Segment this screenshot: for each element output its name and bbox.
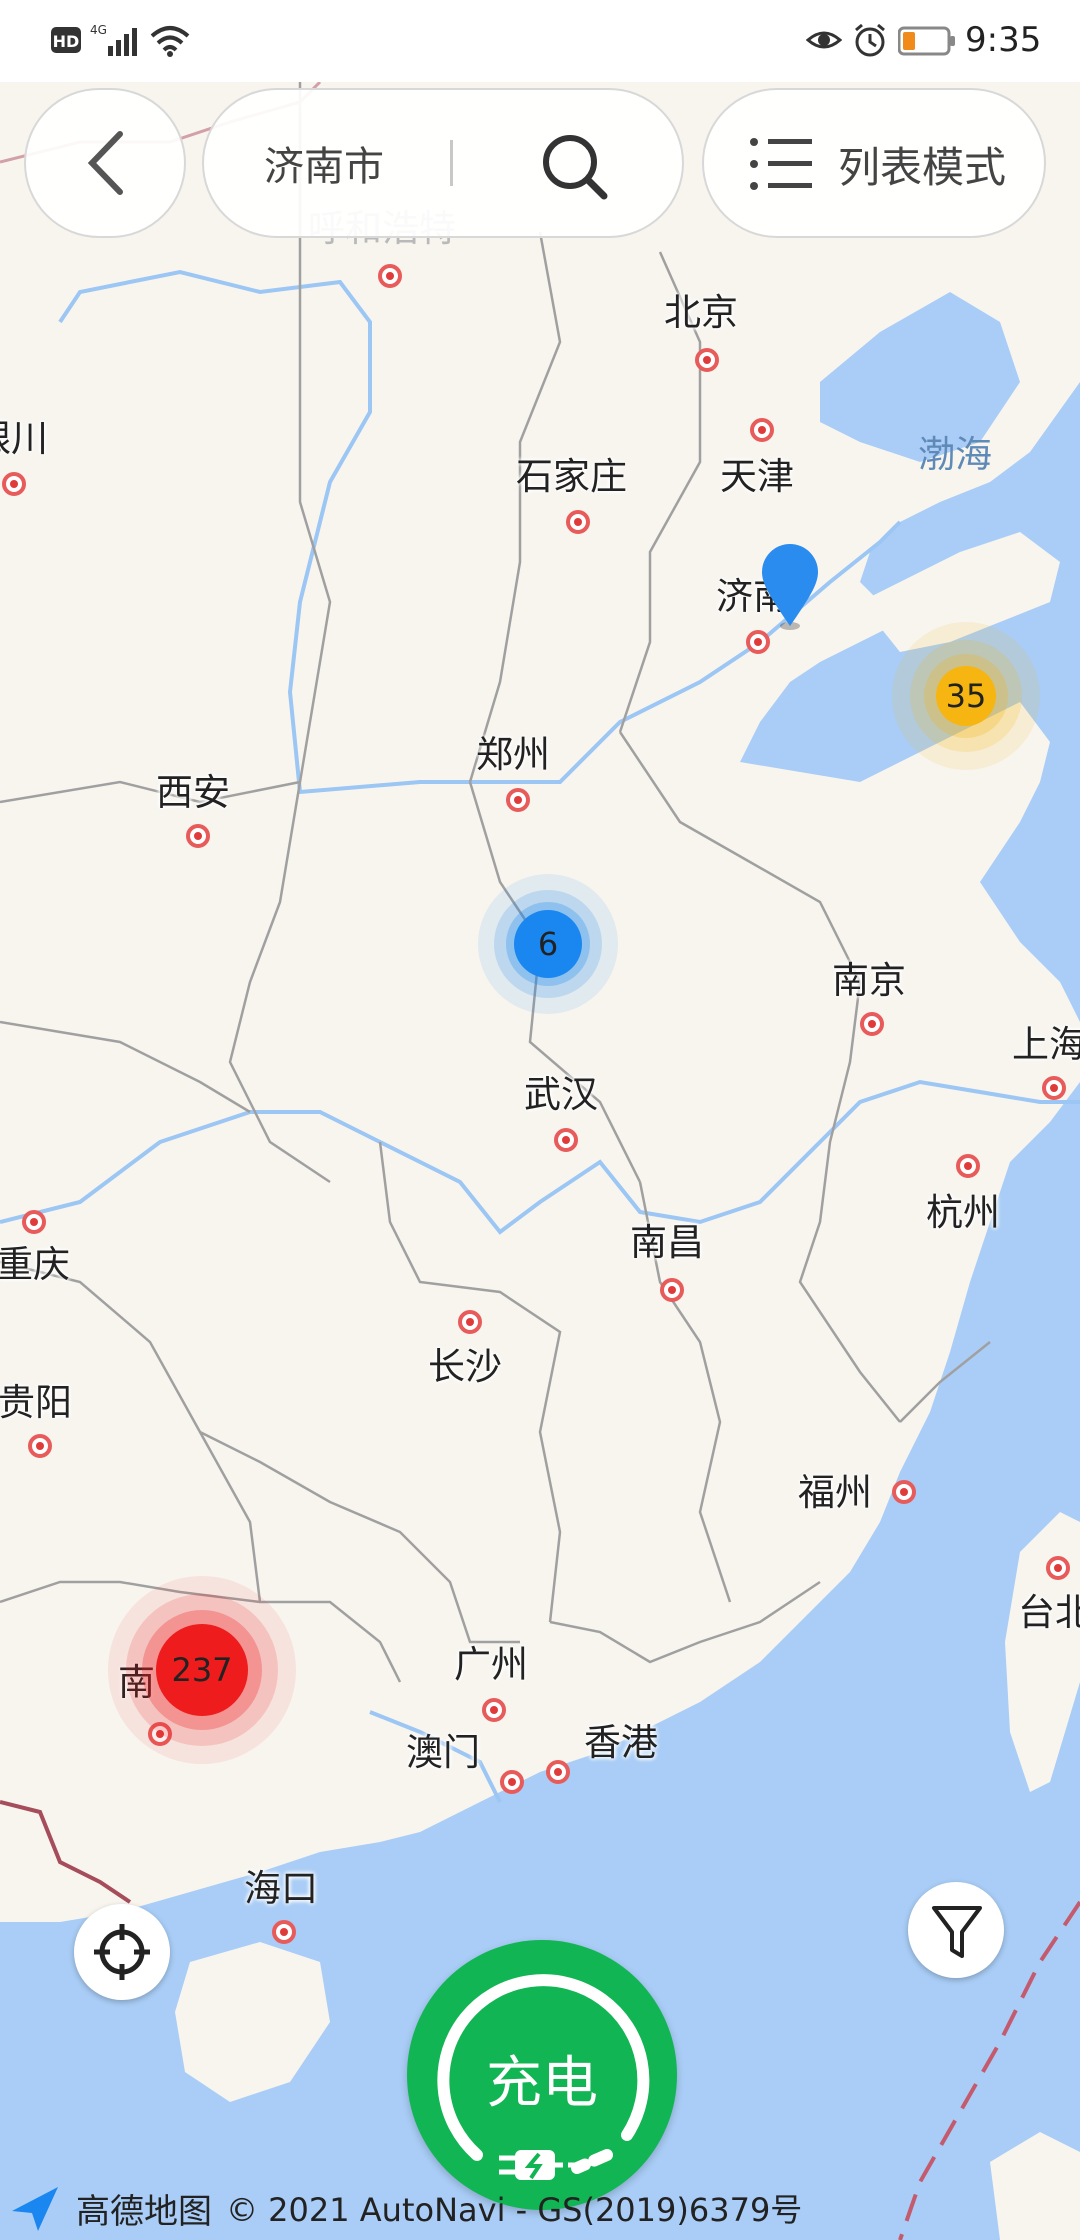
locate-button[interactable] (74, 1904, 170, 2000)
amap-arrow-icon (12, 2187, 58, 2231)
svg-text:HD: HD (53, 32, 80, 51)
city-label-tianjin: 天津 (720, 455, 794, 498)
search-divider (450, 140, 453, 186)
city-dot-chongqing[interactable] (22, 1210, 46, 1234)
city-label-macau: 澳门 (406, 1731, 480, 1774)
city-label-hangzhou: 杭州 (926, 1191, 1000, 1234)
city-label-nanchang: 南昌 (630, 1221, 704, 1264)
search-city-text[interactable]: 济南市 (264, 134, 384, 192)
city-dot-nanjing[interactable] (860, 1012, 884, 1036)
cluster-count: 6 (537, 925, 559, 963)
alarm-icon (852, 22, 888, 66)
city-dot-macau[interactable] (500, 1770, 524, 1794)
city-dot-taipei[interactable] (1046, 1556, 1070, 1580)
hd-icon: HD (50, 26, 82, 62)
city-label-hongkong: 香港 (584, 1721, 658, 1764)
battery-icon (897, 26, 956, 64)
city-dot-shanghai[interactable] (1042, 1076, 1066, 1100)
city-label-fuzhou: 福州 (798, 1471, 872, 1514)
station-cluster-yellow[interactable]: 35 (876, 616, 1056, 776)
city-label-yinchuan: 银川 (0, 417, 48, 460)
city-dot-guangzhou[interactable] (482, 1698, 506, 1722)
city-dot-hongkong[interactable] (546, 1760, 570, 1784)
clock-time: 9:35 (965, 20, 1042, 60)
city-label-wuhan: 武汉 (524, 1073, 598, 1116)
city-dot-haikou[interactable] (272, 1920, 296, 1944)
chevron-left-icon (87, 131, 123, 195)
list-mode-label: 列表模式 (838, 143, 1007, 192)
charge-button[interactable]: 充电 (407, 1940, 677, 2210)
list-icon (750, 138, 812, 190)
city-dot-tianjin[interactable] (750, 418, 774, 442)
city-label-zhengzhou: 郑州 (476, 733, 550, 776)
city-label-changsha: 长沙 (428, 1345, 502, 1388)
4g-signal-icon: 4G (90, 22, 142, 66)
filter-icon (932, 1906, 982, 1958)
city-label-haikou: 海口 (244, 1867, 318, 1910)
svg-text:4G: 4G (90, 23, 107, 37)
status-bar: HD 4G 9:35 (0, 0, 1080, 82)
city-label-xian: 西安 (156, 771, 230, 814)
city-dot-guiyang[interactable] (28, 1434, 52, 1458)
search-bar[interactable]: 济南市 (202, 88, 684, 238)
city-label-beijing: 北京 (664, 291, 738, 334)
city-label-nanjing: 南京 (832, 959, 906, 1002)
crosshair-icon (94, 1924, 150, 1980)
eye-icon (805, 24, 843, 64)
hainan-island (175, 1942, 330, 2102)
back-button[interactable] (24, 88, 186, 238)
wifi-icon (150, 22, 190, 66)
city-label-shanghai: 上海 (1012, 1023, 1080, 1066)
cluster-count: 237 (171, 1651, 233, 1689)
city-dot-zhengzhou[interactable] (506, 788, 530, 812)
city-label-chongqing: 重庆 (0, 1243, 70, 1286)
city-dot-nanchang[interactable] (660, 1278, 684, 1302)
city-label-shijiazhuang: 石家庄 (516, 455, 627, 498)
city-dot-jinan[interactable] (746, 630, 770, 654)
copyright-text: © 2021 AutoNavi - GS(2019)6379号 (226, 2191, 803, 2229)
city-label-guangzhou: 广州 (454, 1643, 528, 1686)
city-dot-changsha[interactable] (458, 1310, 482, 1334)
list-mode-button[interactable]: 列表模式 (702, 88, 1046, 238)
sea-label-bohai: 渤海 (918, 433, 992, 476)
city-label-taipei: 台北 (1018, 1591, 1080, 1634)
city-dot-shijiazhuang[interactable] (566, 510, 590, 534)
location-pin[interactable] (760, 542, 820, 632)
city-dot-wuhan[interactable] (554, 1128, 578, 1152)
amap-logo-text: 高德地图 (76, 2191, 212, 2232)
cluster-count: 35 (945, 677, 987, 715)
city-dot-yinchuan[interactable] (2, 472, 26, 496)
city-dot-xian[interactable] (186, 824, 210, 848)
filter-button[interactable] (908, 1882, 1004, 1978)
city-dot[interactable] (378, 264, 402, 288)
city-label-guiyang: 贵阳 (0, 1381, 72, 1424)
city-dot-hangzhou[interactable] (956, 1154, 980, 1178)
taiwan-island (1005, 1512, 1080, 1792)
map-attribution: 高德地图 © 2021 AutoNavi - GS(2019)6379号 (0, 2180, 802, 2236)
city-dot-beijing[interactable] (695, 348, 719, 372)
station-cluster-blue[interactable]: 6 (468, 864, 628, 1024)
station-cluster-red[interactable]: 237 (102, 1570, 302, 1770)
islands-se (990, 2132, 1080, 2240)
charge-label: 充电 (486, 2051, 598, 2116)
city-dot-fuzhou[interactable] (892, 1480, 916, 1504)
search-icon[interactable] (540, 132, 610, 202)
